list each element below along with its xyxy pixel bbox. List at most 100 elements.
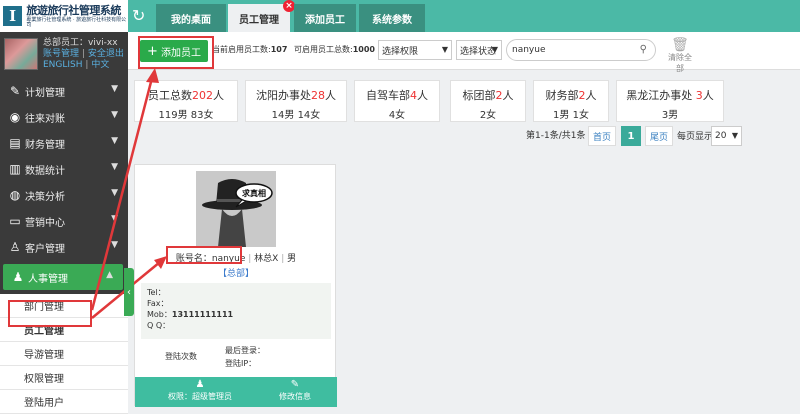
logout-link[interactable]: 安全退出 [88,49,124,59]
employee-info: 账号名：nanyue | 林总X | 男 【总部】 [135,251,337,279]
tab-desktop[interactable]: 我的桌面 [156,4,226,32]
dept-card-total[interactable]: 员工总数202人 119男 83女 [134,80,238,122]
sidebar: I 旅遊旅行社管理系統 專業旅行社管理系統 · 旅遊旅行社科技有限公司 总部员工… [0,0,128,414]
menu-label: 营销中心 [25,217,65,229]
chart-icon: ▥ [9,162,21,176]
lang-chinese-link[interactable]: 中文 [91,60,109,70]
tab-add-employee[interactable]: 添加员工 [294,4,356,32]
add-employee-button[interactable]: + 添加员工 [140,40,208,62]
menu-item-accounts[interactable]: ◉ 往来对账 ▼ [0,104,128,130]
account-manage-link[interactable]: 账号管理 [43,49,79,59]
search-input[interactable]: nanyue ⚲ [506,39,656,61]
menu-item-plan[interactable]: ✎ 计划管理 ▼ [0,78,128,104]
clear-all-button[interactable]: 🗑 清除全部 [665,38,695,74]
permission-select[interactable]: 选择权限 ▼ [378,40,452,60]
submenu-item-permissions[interactable]: 权限管理 [0,366,128,390]
refresh-icon[interactable]: ↻ [132,6,145,25]
tab-label: 我的桌面 [171,14,211,26]
menu-item-customers[interactable]: ♙ 客户管理 ▼ [0,234,128,260]
last-page-button[interactable]: 尾页 [645,126,673,146]
page-size-select[interactable]: 20 ▼ [711,126,742,146]
chevron-down-icon: ▼ [111,188,118,198]
status-select[interactable]: 选择状态 ▼ [456,40,502,60]
tab-label: 添加员工 [305,14,345,26]
chevron-up-icon: ▲ [106,270,113,280]
pencil-icon: ✎ [290,379,300,390]
employee-card: 求真相 账号名：nanyue | 林总X | 男 【总部】 Tel： Fax： … [134,164,337,407]
submenu-item-departments[interactable]: 部门管理 [0,294,128,318]
toolbar: + 添加员工 当前启用员工数:107 可启用员工总数:1000 选择权限 ▼ 选择状… [128,32,800,73]
dept-card-standard-group[interactable]: 标团部2人 2女 [450,80,526,122]
chevron-down-icon: ▼ [111,110,118,120]
employee-dept[interactable]: 【总部】 [135,266,337,279]
employee-photo[interactable]: 求真相 [196,171,276,247]
tel-label: Tel： [147,288,166,297]
menu-label: 人事管理 [28,273,68,285]
caret-down-icon: ▼ [491,45,498,54]
user-plus-icon: ♙ [9,240,21,254]
tab-system-params[interactable]: 系统参数 [359,4,425,32]
speech-bubble-text: 求真相 [242,188,266,198]
menu-label: 决策分析 [25,191,65,203]
mob-value: 13111111111 [171,310,234,319]
permission-label: 权限：超级管理员 [168,392,232,401]
money-icon: ▤ [9,136,21,150]
menu-label: 财务管理 [25,139,65,151]
menu-item-finance[interactable]: ▤ 财务管理 ▼ [0,130,128,156]
edit-info-label: 修改信息 [279,392,311,401]
menu-item-analysis[interactable]: ◍ 决策分析 ▼ [0,182,128,208]
user-profile: 总部员工：vivi-xx 账号管理 | 安全退出 ENGLISH | 中文 [0,32,128,74]
menu-label: 计划管理 [25,87,65,99]
tab-label: 员工管理 [239,14,279,26]
user-icon: ♟ [195,379,205,390]
dept-card-heilongjiang[interactable]: 黑龙江办事处 3人 3男 [616,80,724,122]
edit-info-button[interactable]: ✎ 修改信息 [275,379,315,402]
enabled-count: 当前启用员工数:107 [212,45,288,54]
menu-item-marketing[interactable]: ▭ 营销中心 ▼ [0,208,128,234]
trash-icon: 🗑 [671,37,689,53]
employee-account: 账号名：nanyue [175,254,246,264]
dept-card-finance[interactable]: 财务部2人 1男 1女 [533,80,609,122]
chevron-down-icon: ▼ [111,84,118,94]
plus-icon: + [147,43,158,59]
caret-down-icon: ▼ [441,45,448,54]
app-subtitle: 專業旅行社管理系統 · 旅遊旅行社科技有限公司 [26,16,127,28]
menu-label: 往来对账 [25,113,65,125]
card-footer: ♟ 权限：超级管理员 ✎ 修改信息 [135,377,337,407]
globe-icon: ◍ [9,188,21,202]
dept-card-shenyang[interactable]: 沈阳办事处28人 14男 14女 [245,80,347,122]
tab-bar: ↻ 我的桌面 员工管理 × 添加员工 系统参数 [128,0,800,32]
tab-label: 系统参数 [372,14,412,26]
submenu-item-guides[interactable]: 导游管理 [0,342,128,366]
avatar[interactable] [4,38,38,70]
chevron-down-icon: ▼ [111,240,118,250]
coins-icon: ◉ [9,110,21,124]
app-title: 旅遊旅行社管理系統 [26,3,121,17]
tab-employee-manage[interactable]: 员工管理 × [228,0,295,32]
logo: I 旅遊旅行社管理系統 專業旅行社管理系統 · 旅遊旅行社科技有限公司 [0,0,128,32]
dept-card-self-drive[interactable]: 自驾车部4人 4女 [354,80,440,122]
submenu-item-login-users[interactable]: 登陆用户 [0,390,128,414]
sidebar-collapse-button[interactable]: ‹ [124,268,134,316]
person-icon: ♟ [12,270,24,284]
current-page-button[interactable]: 1 [621,126,641,146]
first-page-button[interactable]: 首页 [588,126,616,146]
menu-item-stats[interactable]: ▥ 数据统计 ▼ [0,156,128,182]
separator: | [85,60,89,70]
pager-info: 第1-1条/共1条 [526,131,586,141]
menu-item-hr[interactable]: ♟ 人事管理 ▲ [3,264,123,290]
chevron-down-icon: ▼ [111,136,118,146]
login-count-label: 登陆次数 [165,352,197,361]
submenu-item-employees[interactable]: 员工管理 [0,318,128,342]
add-employee-label: 添加员工 [160,47,201,59]
hr-submenu: 部门管理 员工管理 导游管理 权限管理 登陆用户 [0,294,128,414]
permission-button[interactable]: ♟ 权限：超级管理员 [165,379,235,402]
available-count: 可启用员工总数:1000 [294,45,375,54]
fax-label: Fax： [147,299,169,308]
lang-english-link[interactable]: ENGLISH [43,60,83,70]
search-icon[interactable]: ⚲ [640,44,647,55]
separator: | [81,49,85,59]
chevron-down-icon: ▼ [111,162,118,172]
monitor-icon: ▭ [9,214,21,228]
login-ip-label: 登陆IP： [225,359,257,368]
